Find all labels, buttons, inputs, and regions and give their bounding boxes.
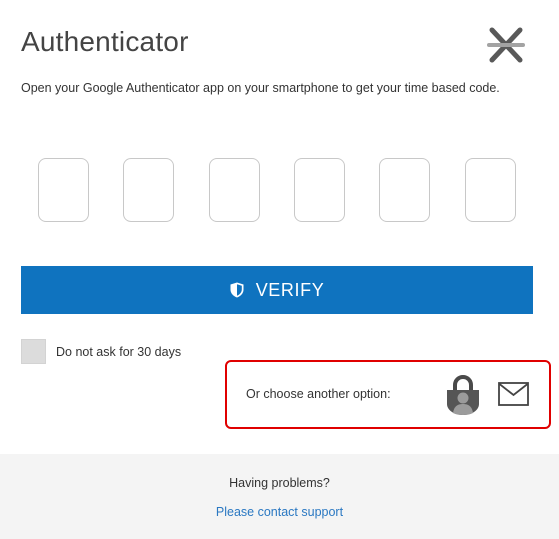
code-digit-5[interactable]	[379, 158, 430, 222]
asterisk-logo-icon	[487, 27, 525, 63]
code-digit-4[interactable]	[294, 158, 345, 222]
verify-button[interactable]: VERIFY	[21, 266, 533, 314]
alternative-options-panel: Or choose another option:	[225, 360, 551, 429]
code-digit-1[interactable]	[38, 158, 89, 222]
alternative-options-label: Or choose another option:	[246, 387, 391, 401]
shield-icon	[230, 282, 244, 298]
page-title: Authenticator	[21, 26, 189, 57]
remember-checkbox[interactable]	[21, 339, 46, 364]
help-footer: Having problems? Please contact support	[0, 454, 559, 539]
code-digit-2[interactable]	[123, 158, 174, 222]
verify-button-label: VERIFY	[255, 279, 325, 300]
lock-user-icon[interactable]	[446, 374, 480, 416]
contact-support-link[interactable]: Please contact support	[0, 505, 559, 519]
remember-device-row: Do not ask for 30 days	[21, 339, 181, 364]
code-digit-6[interactable]	[465, 158, 516, 222]
code-digit-3[interactable]	[209, 158, 260, 222]
code-input-group	[38, 158, 518, 222]
envelope-icon[interactable]	[498, 382, 529, 406]
instructions-text: Open your Google Authenticator app on yo…	[21, 81, 500, 95]
remember-checkbox-label: Do not ask for 30 days	[56, 344, 182, 359]
help-question: Having problems?	[229, 476, 330, 490]
